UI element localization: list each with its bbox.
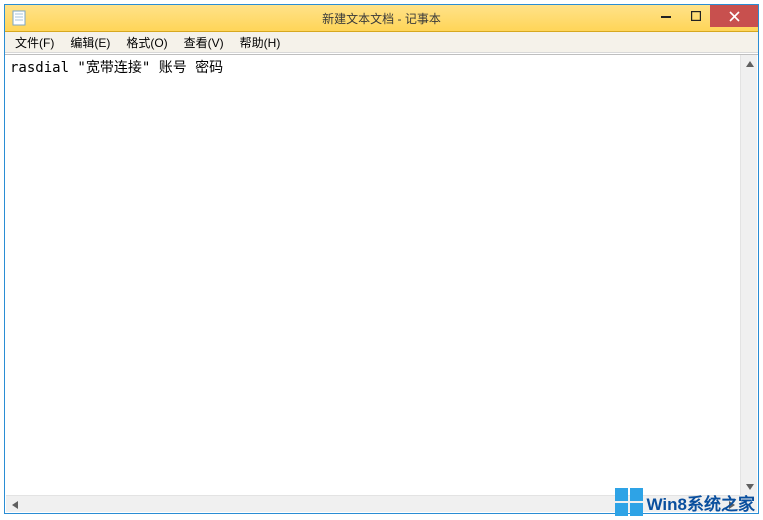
watermark-text: Win8系统之家: [647, 490, 755, 515]
window-controls: [650, 5, 758, 27]
notepad-window: 新建文本文档 - 记事本 文件(F) 编辑(E) 格式(O) 查看(V) 帮助(…: [4, 4, 759, 514]
menubar: 文件(F) 编辑(E) 格式(O) 查看(V) 帮助(H): [5, 32, 758, 53]
editor-area: rasdial "宽带连接" 账号 密码: [5, 54, 758, 513]
vertical-scrollbar[interactable]: [740, 55, 757, 495]
close-icon: [729, 11, 740, 22]
maximize-icon: [691, 11, 701, 21]
menu-view[interactable]: 查看(V): [176, 32, 232, 53]
scroll-up-icon[interactable]: [741, 55, 758, 72]
menu-edit[interactable]: 编辑(E): [62, 32, 118, 53]
notepad-icon: [11, 10, 27, 26]
minimize-icon: [661, 11, 671, 21]
titlebar[interactable]: 新建文本文档 - 记事本: [5, 5, 758, 32]
close-button[interactable]: [710, 5, 758, 27]
scroll-left-icon[interactable]: [6, 496, 23, 513]
text-editor[interactable]: rasdial "宽带连接" 账号 密码: [6, 55, 740, 495]
windows-logo-icon: [615, 488, 643, 516]
maximize-button[interactable]: [682, 5, 710, 27]
minimize-button[interactable]: [650, 5, 682, 27]
menu-format[interactable]: 格式(O): [118, 32, 175, 53]
watermark: Win8系统之家: [615, 488, 755, 516]
menu-help[interactable]: 帮助(H): [232, 32, 289, 53]
menu-file[interactable]: 文件(F): [7, 32, 62, 53]
window-title: 新建文本文档 - 记事本: [5, 10, 758, 27]
